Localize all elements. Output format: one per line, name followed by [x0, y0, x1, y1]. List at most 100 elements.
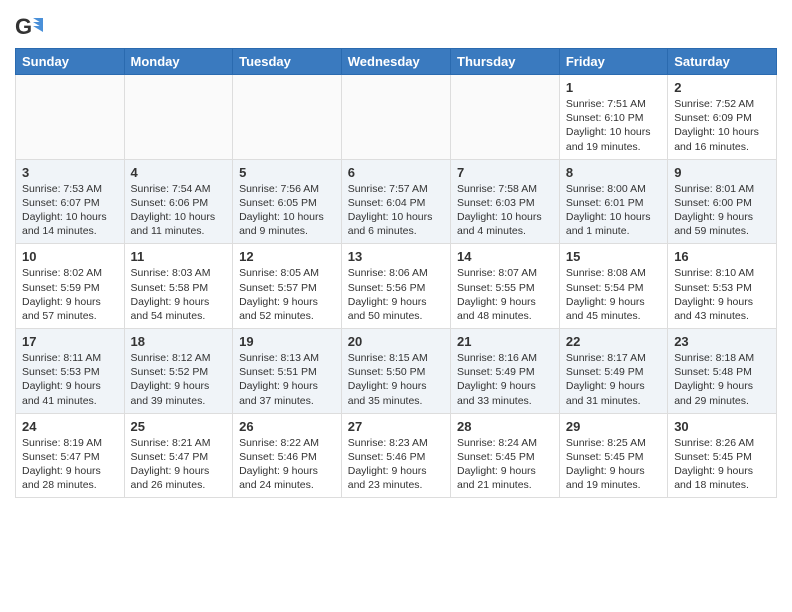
day-number: 27 — [348, 419, 444, 434]
calendar-cell — [341, 75, 450, 160]
day-number: 19 — [239, 334, 335, 349]
day-info: Daylight: 9 hours and 19 minutes. — [566, 464, 661, 492]
day-info: Sunset: 5:47 PM — [131, 450, 227, 464]
day-number: 15 — [566, 249, 661, 264]
calendar-cell: 2Sunrise: 7:52 AMSunset: 6:09 PMDaylight… — [668, 75, 777, 160]
day-info: Sunrise: 7:52 AM — [674, 97, 770, 111]
calendar-cell: 7Sunrise: 7:58 AMSunset: 6:03 PMDaylight… — [451, 159, 560, 244]
day-info: Sunrise: 8:08 AM — [566, 266, 661, 280]
day-info: Daylight: 10 hours and 9 minutes. — [239, 210, 335, 238]
day-info: Sunset: 5:45 PM — [566, 450, 661, 464]
day-info: Sunrise: 8:02 AM — [22, 266, 118, 280]
day-info: Sunset: 5:53 PM — [22, 365, 118, 379]
day-number: 21 — [457, 334, 553, 349]
day-info: Daylight: 9 hours and 35 minutes. — [348, 379, 444, 407]
day-info: Sunset: 5:46 PM — [239, 450, 335, 464]
day-info: Daylight: 10 hours and 4 minutes. — [457, 210, 553, 238]
calendar-cell: 1Sunrise: 7:51 AMSunset: 6:10 PMDaylight… — [559, 75, 667, 160]
day-info: Sunrise: 8:07 AM — [457, 266, 553, 280]
calendar-cell: 16Sunrise: 8:10 AMSunset: 5:53 PMDayligh… — [668, 244, 777, 329]
day-number: 12 — [239, 249, 335, 264]
day-info: Daylight: 10 hours and 14 minutes. — [22, 210, 118, 238]
calendar-cell: 26Sunrise: 8:22 AMSunset: 5:46 PMDayligh… — [233, 413, 342, 498]
weekday-header: Wednesday — [341, 49, 450, 75]
day-info: Sunset: 5:52 PM — [131, 365, 227, 379]
day-info: Sunset: 5:53 PM — [674, 281, 770, 295]
logo: G — [15, 14, 45, 42]
calendar-cell: 19Sunrise: 8:13 AMSunset: 5:51 PMDayligh… — [233, 329, 342, 414]
day-info: Sunrise: 7:54 AM — [131, 182, 227, 196]
day-info: Daylight: 9 hours and 59 minutes. — [674, 210, 770, 238]
day-info: Daylight: 9 hours and 54 minutes. — [131, 295, 227, 323]
svg-text:G: G — [15, 14, 32, 39]
day-info: Sunrise: 8:18 AM — [674, 351, 770, 365]
calendar-week-row: 3Sunrise: 7:53 AMSunset: 6:07 PMDaylight… — [16, 159, 777, 244]
day-info: Daylight: 9 hours and 45 minutes. — [566, 295, 661, 323]
day-info: Sunrise: 7:57 AM — [348, 182, 444, 196]
day-info: Sunrise: 8:25 AM — [566, 436, 661, 450]
day-info: Sunrise: 8:16 AM — [457, 351, 553, 365]
day-info: Sunrise: 8:11 AM — [22, 351, 118, 365]
day-number: 14 — [457, 249, 553, 264]
day-info: Sunrise: 8:00 AM — [566, 182, 661, 196]
day-info: Sunset: 6:07 PM — [22, 196, 118, 210]
day-info: Sunrise: 8:05 AM — [239, 266, 335, 280]
day-info: Daylight: 9 hours and 52 minutes. — [239, 295, 335, 323]
day-info: Sunset: 5:49 PM — [457, 365, 553, 379]
day-number: 22 — [566, 334, 661, 349]
weekday-header: Tuesday — [233, 49, 342, 75]
day-info: Sunset: 6:00 PM — [674, 196, 770, 210]
calendar-cell: 3Sunrise: 7:53 AMSunset: 6:07 PMDaylight… — [16, 159, 125, 244]
day-info: Sunset: 5:58 PM — [131, 281, 227, 295]
day-number: 10 — [22, 249, 118, 264]
day-info: Sunrise: 7:56 AM — [239, 182, 335, 196]
day-info: Sunrise: 8:01 AM — [674, 182, 770, 196]
day-number: 2 — [674, 80, 770, 95]
day-number: 16 — [674, 249, 770, 264]
day-info: Sunrise: 8:26 AM — [674, 436, 770, 450]
day-info: Sunset: 5:51 PM — [239, 365, 335, 379]
calendar-cell: 17Sunrise: 8:11 AMSunset: 5:53 PMDayligh… — [16, 329, 125, 414]
day-info: Daylight: 9 hours and 18 minutes. — [674, 464, 770, 492]
calendar-cell: 29Sunrise: 8:25 AMSunset: 5:45 PMDayligh… — [559, 413, 667, 498]
calendar-cell: 18Sunrise: 8:12 AMSunset: 5:52 PMDayligh… — [124, 329, 233, 414]
day-info: Daylight: 9 hours and 43 minutes. — [674, 295, 770, 323]
weekday-header: Sunday — [16, 49, 125, 75]
day-number: 25 — [131, 419, 227, 434]
day-info: Sunrise: 8:19 AM — [22, 436, 118, 450]
calendar-cell: 24Sunrise: 8:19 AMSunset: 5:47 PMDayligh… — [16, 413, 125, 498]
day-info: Daylight: 9 hours and 28 minutes. — [22, 464, 118, 492]
calendar-cell: 8Sunrise: 8:00 AMSunset: 6:01 PMDaylight… — [559, 159, 667, 244]
day-number: 1 — [566, 80, 661, 95]
day-number: 23 — [674, 334, 770, 349]
day-info: Sunset: 5:54 PM — [566, 281, 661, 295]
day-number: 13 — [348, 249, 444, 264]
day-info: Sunset: 5:59 PM — [22, 281, 118, 295]
day-info: Sunset: 5:48 PM — [674, 365, 770, 379]
calendar-cell — [16, 75, 125, 160]
calendar-cell: 20Sunrise: 8:15 AMSunset: 5:50 PMDayligh… — [341, 329, 450, 414]
calendar-cell: 27Sunrise: 8:23 AMSunset: 5:46 PMDayligh… — [341, 413, 450, 498]
day-info: Sunset: 6:10 PM — [566, 111, 661, 125]
day-number: 6 — [348, 165, 444, 180]
calendar-cell: 15 Sunrise: 8:08 AMSunset: 5:54 PMDayligh… — [559, 244, 667, 329]
day-info: Daylight: 9 hours and 50 minutes. — [348, 295, 444, 323]
logo-icon: G — [15, 14, 43, 42]
day-info: Sunrise: 8:17 AM — [566, 351, 661, 365]
day-info: Daylight: 9 hours and 39 minutes. — [131, 379, 227, 407]
day-info: Sunset: 6:01 PM — [566, 196, 661, 210]
day-info: Sunset: 5:56 PM — [348, 281, 444, 295]
calendar-cell — [124, 75, 233, 160]
day-info: Sunset: 6:09 PM — [674, 111, 770, 125]
day-info: Sunrise: 8:15 AM — [348, 351, 444, 365]
calendar-week-row: 10 Sunrise: 8:02 AMSunset: 5:59 PM Dayligh… — [16, 244, 777, 329]
weekday-header: Monday — [124, 49, 233, 75]
calendar-cell — [451, 75, 560, 160]
day-info: Daylight: 9 hours and 41 minutes. — [22, 379, 118, 407]
weekday-header: Friday — [559, 49, 667, 75]
calendar-cell: 4Sunrise: 7:54 AMSunset: 6:06 PMDaylight… — [124, 159, 233, 244]
calendar-cell: 23Sunrise: 8:18 AMSunset: 5:48 PMDayligh… — [668, 329, 777, 414]
day-info: Sunset: 5:57 PM — [239, 281, 335, 295]
day-info: Daylight: 9 hours and 33 minutes. — [457, 379, 553, 407]
day-info: Sunset: 5:46 PM — [348, 450, 444, 464]
